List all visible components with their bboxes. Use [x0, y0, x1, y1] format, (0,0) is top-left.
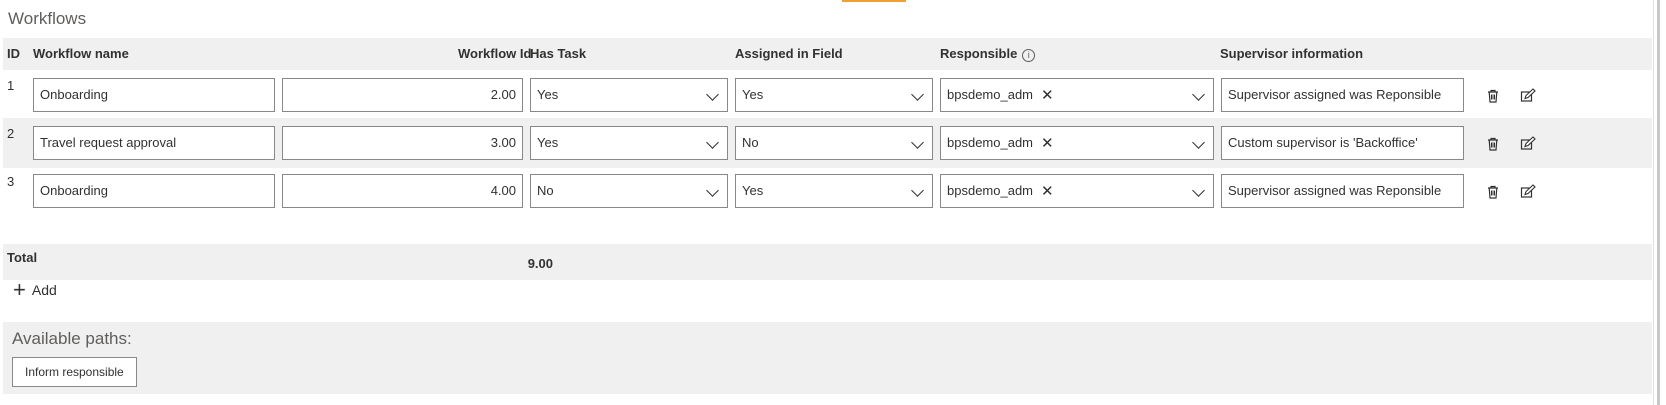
- trash-icon[interactable]: [1485, 184, 1501, 200]
- chevron-down-icon[interactable]: [706, 136, 719, 149]
- workflow-name-input[interactable]: Onboarding: [33, 78, 275, 112]
- assigned-in-field-value: Yes: [742, 87, 764, 102]
- total-label: Total: [7, 250, 38, 265]
- header-supervisor-information: Supervisor information: [1220, 46, 1364, 61]
- trash-icon[interactable]: [1485, 136, 1501, 152]
- header-id: ID: [7, 46, 20, 61]
- add-button[interactable]: + Add: [13, 277, 57, 302]
- trash-icon[interactable]: [1485, 88, 1501, 104]
- total-row: Total 9.00: [3, 244, 1652, 280]
- close-icon[interactable]: ✕: [1041, 88, 1054, 103]
- workflow-name-input[interactable]: Onboarding: [33, 174, 275, 208]
- section-title: Workflows: [8, 9, 87, 28]
- top-accent-bar: [842, 0, 906, 2]
- available-paths-title: Available paths:: [12, 329, 132, 348]
- available-paths-panel: Available paths: Inform responsible: [3, 322, 1652, 394]
- edit-icon[interactable]: [1520, 184, 1536, 200]
- chevron-down-icon[interactable]: [1192, 88, 1205, 101]
- edit-icon[interactable]: [1520, 136, 1536, 152]
- chevron-down-icon[interactable]: [911, 88, 924, 101]
- header-responsible-label: Responsible: [940, 46, 1018, 61]
- assigned-in-field-dropdown[interactable]: No: [735, 126, 933, 160]
- has-task-value: Yes: [537, 135, 559, 150]
- workflow-name-input[interactable]: Travel request approval: [33, 126, 275, 160]
- chevron-down-icon[interactable]: [1192, 136, 1205, 149]
- table-header: ID Workflow name Workflow Id Has Task As…: [3, 38, 1652, 70]
- scrollbar[interactable]: [1653, 0, 1666, 405]
- assigned-in-field-value: Yes: [742, 183, 764, 198]
- header-workflow-id: Workflow Id: [458, 46, 532, 61]
- header-assigned-in-field: Assigned in Field: [735, 46, 843, 61]
- chevron-down-icon[interactable]: [1192, 184, 1205, 197]
- info-icon[interactable]: i: [1022, 49, 1036, 62]
- inform-responsible-button[interactable]: Inform responsible: [12, 357, 137, 387]
- responsible-value: bpsdemo_adm: [947, 183, 1033, 198]
- responsible-picker[interactable]: bpsdemo_adm ✕: [940, 126, 1214, 160]
- has-task-value: No: [537, 183, 554, 198]
- row-id: 1: [7, 78, 15, 93]
- row-id: 3: [7, 174, 15, 189]
- assigned-in-field-dropdown[interactable]: Yes: [735, 174, 933, 208]
- close-icon[interactable]: ✕: [1041, 136, 1054, 151]
- supervisor-information-input[interactable]: Supervisor assigned was Reponsible: [1221, 174, 1464, 208]
- plus-icon: +: [13, 277, 26, 302]
- has-task-value: Yes: [537, 87, 559, 102]
- responsible-value: bpsdemo_adm: [947, 87, 1033, 102]
- header-responsible: Responsible i: [940, 46, 1036, 62]
- add-label: Add: [31, 282, 57, 298]
- chevron-down-icon[interactable]: [706, 184, 719, 197]
- workflow-id-input[interactable]: 3.00: [282, 126, 523, 160]
- chevron-down-icon[interactable]: [911, 184, 924, 197]
- supervisor-information-input[interactable]: Custom supervisor is 'Backoffice': [1221, 126, 1464, 160]
- workflow-id-input[interactable]: 4.00: [282, 174, 523, 208]
- table-row: 1 Onboarding 2.00 Yes Yes bpsdemo_adm ✕ S…: [3, 70, 1652, 120]
- assigned-in-field-dropdown[interactable]: Yes: [735, 78, 933, 112]
- responsible-value: bpsdemo_adm: [947, 135, 1033, 150]
- assigned-in-field-value: No: [742, 135, 759, 150]
- close-icon[interactable]: ✕: [1041, 184, 1054, 199]
- chevron-down-icon[interactable]: [911, 136, 924, 149]
- table-row: 3 Onboarding 4.00 No Yes bpsdemo_adm ✕ Su…: [3, 166, 1652, 216]
- responsible-picker[interactable]: bpsdemo_adm ✕: [940, 174, 1214, 208]
- header-workflow-name: Workflow name: [33, 46, 129, 61]
- has-task-dropdown[interactable]: Yes: [530, 126, 728, 160]
- supervisor-information-input[interactable]: Supervisor assigned was Reponsible: [1221, 78, 1464, 112]
- has-task-dropdown[interactable]: No: [530, 174, 728, 208]
- has-task-dropdown[interactable]: Yes: [530, 78, 728, 112]
- chevron-down-icon[interactable]: [706, 88, 719, 101]
- edit-icon[interactable]: [1520, 88, 1536, 104]
- header-has-task: Has Task: [530, 46, 587, 61]
- workflow-id-input[interactable]: 2.00: [282, 78, 523, 112]
- table-row: 2 Travel request approval 3.00 Yes No bp…: [3, 118, 1652, 168]
- responsible-picker[interactable]: bpsdemo_adm ✕: [940, 78, 1214, 112]
- row-id: 2: [7, 126, 15, 141]
- total-value: 9.00: [527, 256, 553, 271]
